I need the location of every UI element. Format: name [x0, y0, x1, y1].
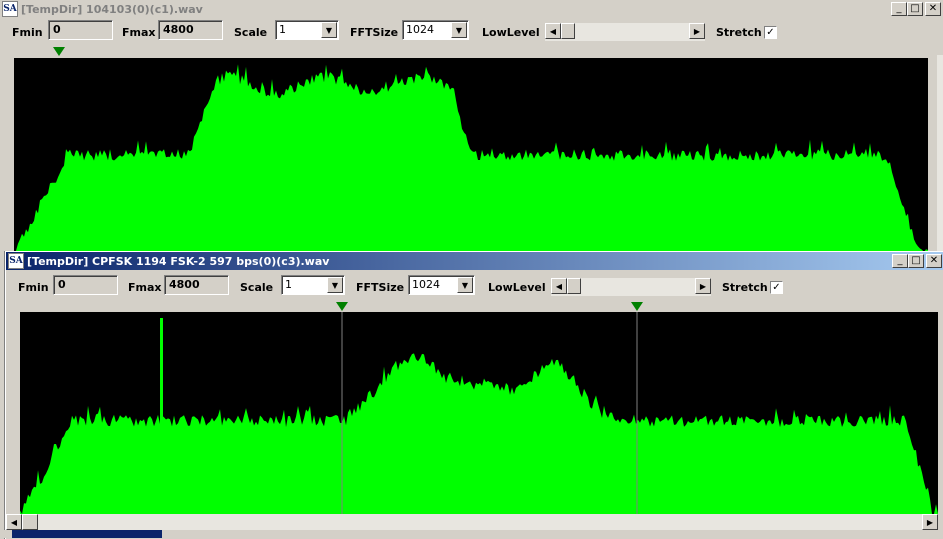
taskbar-item[interactable] — [12, 530, 162, 538]
fftsize-select[interactable]: 1024 ▼ — [408, 275, 475, 295]
scale-label: Scale — [234, 26, 268, 39]
fmax-field[interactable]: 4800 — [164, 275, 229, 295]
title-bar[interactable]: SA [TempDir] CPFSK 1194 FSK-2 597 bps(0)… — [6, 252, 943, 270]
fmax-field[interactable]: 4800 — [158, 20, 223, 40]
fmax-label: Fmax — [122, 26, 156, 39]
spectrum-trace — [14, 64, 928, 252]
close-icon[interactable]: ✕ — [926, 254, 942, 268]
window-title: [TempDir] CPFSK 1194 FSK-2 597 bps(0)(c3… — [27, 254, 330, 268]
status-strip — [0, 530, 943, 538]
fmin-label: Fmin — [18, 281, 49, 294]
scroll-right-icon[interactable]: ▶ — [695, 278, 711, 294]
fftsize-select[interactable]: 1024 ▼ — [402, 20, 469, 40]
maximize-icon[interactable]: □ — [907, 2, 923, 16]
spectrum-trace — [20, 353, 938, 514]
title-bar[interactable]: SA [TempDir] 104103(0)(c1).wav _ □ ✕ — [0, 0, 943, 18]
dropdown-arrow-icon[interactable]: ▼ — [451, 22, 467, 38]
lowlevel-thumb[interactable] — [561, 23, 575, 39]
lowlevel-slider[interactable]: ◀ ▶ — [551, 278, 711, 296]
window-title: [TempDir] 104103(0)(c1).wav — [21, 2, 203, 16]
scroll-left-icon[interactable]: ◀ — [6, 514, 22, 530]
stretch-checkbox[interactable]: ✓ — [770, 281, 783, 294]
scale-select[interactable]: 1 ▼ — [281, 275, 345, 295]
toolbar: Fmin 0 Fmax 4800 Scale 1 ▼ FFTSize 1024 … — [0, 20, 943, 46]
carrier-spike — [160, 318, 163, 514]
close-icon[interactable]: ✕ — [925, 2, 941, 16]
lowlevel-thumb[interactable] — [567, 278, 581, 294]
minimize-icon[interactable]: _ — [892, 254, 908, 268]
fftsize-value: 1024 — [406, 23, 434, 36]
spectrum-window-2: SA [TempDir] CPFSK 1194 FSK-2 597 bps(0)… — [5, 251, 943, 539]
scale-value: 1 — [285, 278, 292, 291]
fmin-field[interactable]: 0 — [53, 275, 118, 295]
stretch-label: Stretch — [722, 281, 768, 294]
stretch-checkbox[interactable]: ✓ — [764, 26, 777, 39]
fftsize-value: 1024 — [412, 278, 440, 291]
fftsize-label: FFTSize — [350, 26, 399, 39]
dropdown-arrow-icon[interactable]: ▼ — [321, 22, 337, 38]
frequency-marker-icon[interactable] — [53, 47, 65, 56]
scroll-left-icon[interactable]: ◀ — [551, 278, 567, 294]
spectrum-window-1: SA [TempDir] 104103(0)(c1).wav _ □ ✕ Fmi… — [0, 0, 943, 252]
app-icon[interactable]: SA — [8, 253, 24, 269]
vertical-scrollbar[interactable] — [937, 55, 943, 251]
stretch-label: Stretch — [716, 26, 762, 39]
maximize-icon[interactable]: □ — [908, 254, 924, 268]
scroll-right-icon[interactable]: ▶ — [689, 23, 705, 39]
scale-label: Scale — [240, 281, 274, 294]
spectrum-display[interactable] — [14, 58, 928, 252]
minimize-icon[interactable]: _ — [891, 2, 907, 16]
toolbar: Fmin 0 Fmax 4800 Scale 1 ▼ FFTSize 1024 … — [6, 275, 943, 301]
scroll-right-icon[interactable]: ▶ — [922, 514, 938, 530]
scroll-thumb[interactable] — [22, 514, 38, 530]
fmin-label: Fmin — [12, 26, 43, 39]
dropdown-arrow-icon[interactable]: ▼ — [457, 277, 473, 293]
fftsize-label: FFTSize — [356, 281, 405, 294]
scale-select[interactable]: 1 ▼ — [275, 20, 339, 40]
app-icon[interactable]: SA — [2, 1, 18, 17]
lowlevel-label: LowLevel — [488, 281, 546, 294]
scroll-left-icon[interactable]: ◀ — [545, 23, 561, 39]
lowlevel-slider[interactable]: ◀ ▶ — [545, 23, 705, 41]
dropdown-arrow-icon[interactable]: ▼ — [327, 277, 343, 293]
scale-value: 1 — [279, 23, 286, 36]
frequency-marker-icon[interactable] — [631, 302, 643, 311]
spectrum-display[interactable] — [20, 312, 938, 514]
frequency-marker-icon[interactable] — [336, 302, 348, 311]
lowlevel-label: LowLevel — [482, 26, 540, 39]
fmin-field[interactable]: 0 — [48, 20, 113, 40]
fmax-label: Fmax — [128, 281, 162, 294]
horizontal-scrollbar[interactable]: ◀ ▶ — [6, 514, 938, 530]
